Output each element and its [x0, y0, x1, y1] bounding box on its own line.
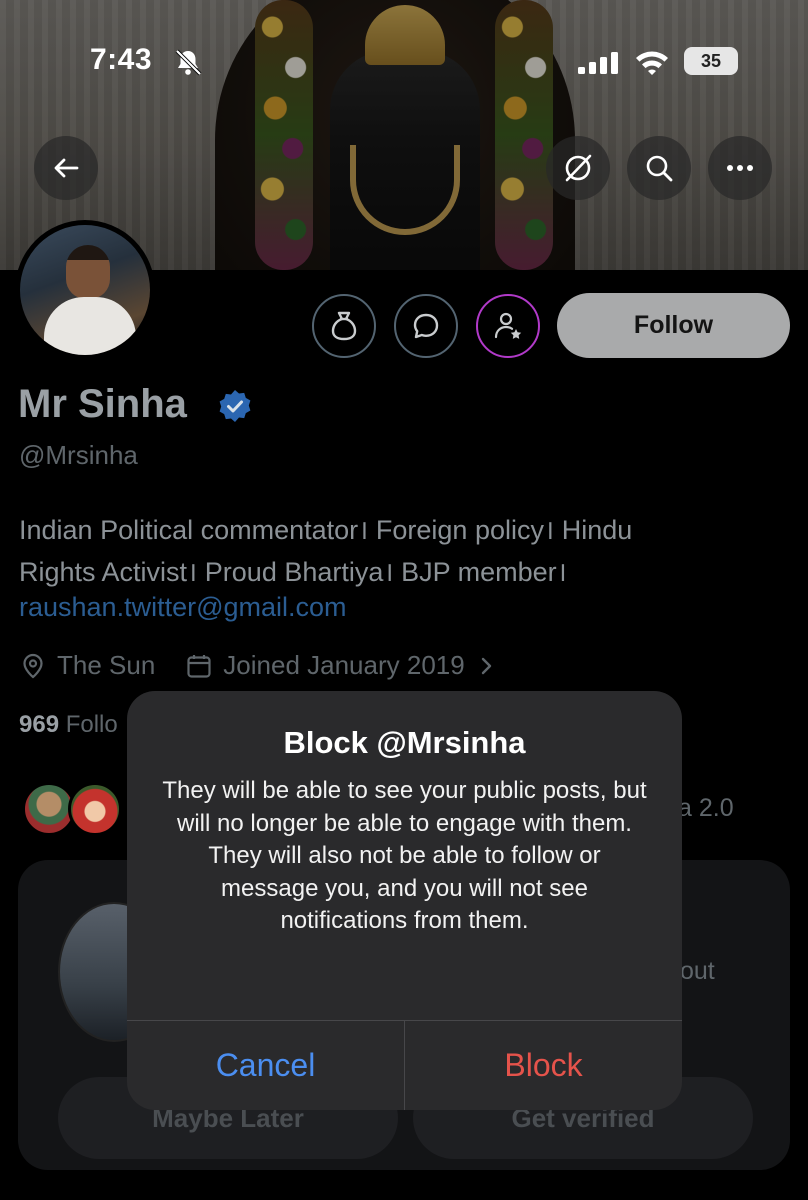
profile-handle: @Mrsinha: [19, 440, 138, 470]
profile-bio: Indian Political commentator। Foreign po…: [19, 509, 779, 593]
more-icon: [727, 165, 753, 171]
status-time: 7:43: [90, 43, 153, 76]
back-arrow-icon: [54, 158, 79, 178]
profile-avatar[interactable]: [15, 220, 155, 360]
wifi-icon: [636, 51, 668, 75]
calendar-icon: [187, 654, 211, 678]
followers-count[interactable]: 969 Follo: [19, 711, 118, 739]
followed-by-avatars[interactable]: [22, 782, 132, 842]
profile-location: The Sun: [57, 650, 156, 680]
premium-card-text: out: [680, 957, 715, 985]
grok-icon: [565, 154, 592, 182]
search-icon: [646, 155, 673, 182]
grok-button[interactable]: [546, 136, 610, 200]
subscribe-button[interactable]: [476, 294, 540, 358]
bio-email-link[interactable]: raushan.twitter@gmail.com: [19, 592, 347, 623]
followed-by-text[interactable]: a 2.0: [678, 794, 734, 823]
alert-message: They will be able to see your public pos…: [162, 777, 647, 934]
follow-button[interactable]: Follow: [557, 293, 790, 358]
avatar-head: [66, 245, 110, 299]
location-pin-icon: [23, 653, 43, 678]
avatar-photo: [20, 225, 150, 355]
banner-idol-necklace: [350, 145, 460, 235]
message-bubble-icon: [413, 313, 439, 339]
tip-jar-icon: [331, 311, 357, 341]
avatar-shirt: [44, 297, 136, 355]
battery-icon: 35: [684, 47, 738, 75]
status-bar: 7:43 35: [0, 0, 808, 110]
profile-name: Mr Sinha: [18, 382, 187, 426]
profile-meta: The Sun Joined January 2019: [19, 650, 497, 681]
bell-muted-icon: [175, 49, 202, 76]
bio-line-1: Indian Political commentator। Foreign po…: [19, 515, 633, 545]
message-button[interactable]: [394, 294, 458, 358]
bio-line-2: Rights Activist। Proud Bhartiya। BJP mem…: [19, 557, 567, 587]
followers-label: Follo: [65, 711, 118, 738]
back-button[interactable]: [34, 136, 98, 200]
block-button[interactable]: Block: [405, 1021, 682, 1110]
tip-button[interactable]: [312, 294, 376, 358]
block-alert-dialog: Block @Mrsinha They will be able to see …: [127, 691, 682, 1110]
profile-joined[interactable]: Joined January 2019: [223, 650, 464, 681]
subscribe-person-star-icon: [494, 312, 522, 339]
more-button[interactable]: [708, 136, 772, 200]
followers-number: 969: [19, 711, 60, 738]
verified-badge-icon: [219, 390, 251, 422]
cellular-signal-icon: [578, 52, 618, 74]
cancel-button[interactable]: Cancel: [127, 1021, 404, 1110]
alert-title: Block @Mrsinha: [283, 725, 526, 760]
chevron-right-icon: [481, 657, 491, 674]
followed-by-avatar-2: [68, 782, 122, 836]
search-button[interactable]: [627, 136, 691, 200]
